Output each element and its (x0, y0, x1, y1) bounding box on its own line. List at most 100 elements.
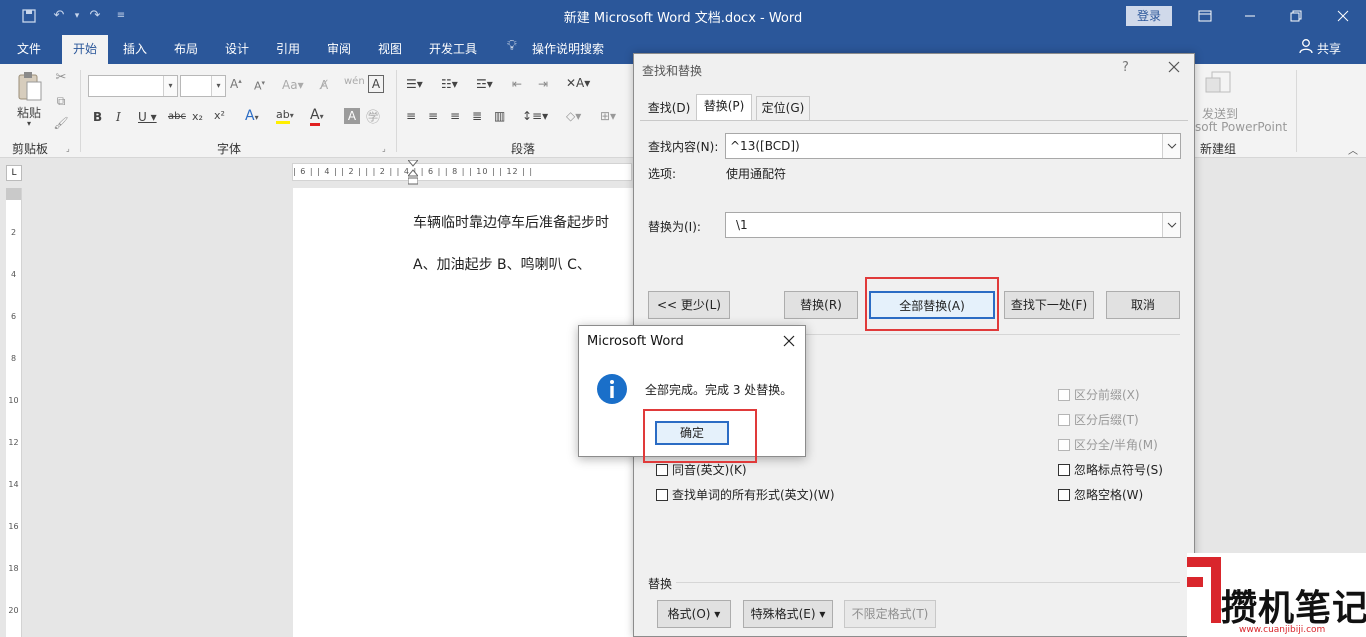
find-next-button[interactable]: 查找下一处(F) (1004, 291, 1094, 319)
borders-icon[interactable]: ⊞▾ (600, 109, 616, 123)
ribbon-display-icon[interactable] (1195, 6, 1215, 26)
format-button[interactable]: 格式(O) ▾ (657, 600, 731, 628)
paste-icon[interactable] (14, 70, 44, 104)
tab-design[interactable]: 设计 (225, 40, 249, 57)
send-to-powerpoint-icon[interactable] (1204, 70, 1234, 98)
align-left-icon[interactable]: ≡ (406, 109, 416, 123)
char-shading-icon[interactable]: A (344, 108, 360, 124)
indent-marker-icon[interactable] (408, 160, 418, 188)
subscript-icon[interactable]: x₂ (192, 110, 203, 123)
bold-icon[interactable]: B (93, 110, 102, 124)
replace-with-input[interactable]: \1 (725, 212, 1181, 238)
vruler-mark: 20 (8, 606, 19, 615)
find-what-value: ^13([BCD]) (730, 139, 800, 153)
close-icon[interactable] (1333, 6, 1353, 26)
align-right-icon[interactable]: ≡ (450, 109, 460, 123)
lightbulb-icon: 💡︎ (507, 38, 517, 54)
format-painter-icon[interactable]: 🖌︎ (53, 116, 69, 130)
line-spacing-icon[interactable]: ↕≡▾ (522, 109, 548, 123)
special-button[interactable]: 特殊格式(E) ▾ (743, 600, 833, 628)
find-what-label: 查找内容(N): (648, 140, 719, 154)
font-name-combo[interactable]: ▾ (88, 75, 178, 97)
less-button[interactable]: << 更少(L) (648, 291, 730, 319)
decrease-indent-icon[interactable]: ⇤ (512, 77, 522, 91)
restore-icon[interactable] (1286, 6, 1306, 26)
message-text: 全部完成。完成 3 处替换。 (645, 383, 793, 397)
tab-find[interactable]: 查找(D) (642, 96, 696, 120)
share-button[interactable]: 共享 (1317, 40, 1341, 57)
ignore-whitespace-checkbox[interactable]: 忽略空格(W) (1058, 488, 1143, 502)
italic-icon[interactable]: I (116, 110, 121, 124)
replace-button[interactable]: 替换(R) (784, 291, 858, 319)
tab-layout[interactable]: 布局 (174, 40, 198, 57)
tab-replace[interactable]: 替换(P) (696, 94, 752, 121)
tab-file[interactable]: 文件 (17, 40, 41, 57)
vruler-mark: 18 (8, 564, 19, 573)
vertical-ruler[interactable]: 2 4 6 8 10 12 14 16 18 20 (6, 188, 22, 637)
strikethrough-icon[interactable]: abc (168, 111, 186, 122)
send-to-label-2[interactable]: soft PowerPoint (1195, 120, 1287, 134)
font-size-combo[interactable]: ▾ (180, 75, 226, 97)
font-color-icon[interactable]: A▾ (310, 107, 324, 126)
dialog-close-icon[interactable] (1166, 59, 1182, 75)
tab-selector-icon[interactable]: L (6, 165, 22, 181)
all-word-forms-checkbox[interactable]: 查找单词的所有形式(英文)(W) (656, 488, 835, 502)
paste-dropdown-icon[interactable]: ▾ (22, 119, 36, 128)
cut-icon[interactable]: ✂ (53, 70, 69, 85)
message-close-icon[interactable] (781, 333, 797, 349)
vruler-mark: 14 (8, 480, 19, 489)
options-value: 使用通配符 (726, 167, 787, 181)
help-button[interactable]: ? (1122, 60, 1129, 75)
paragraph-group-label: 段落 (511, 142, 536, 156)
find-dropdown-icon[interactable] (1162, 134, 1180, 158)
highlight-icon[interactable]: ab▾ (276, 108, 294, 124)
find-what-input[interactable]: ^13([BCD]) (725, 133, 1181, 159)
grow-font-icon[interactable]: A▴ (230, 77, 242, 91)
tab-view[interactable]: 视图 (378, 40, 402, 57)
tab-goto[interactable]: 定位(G) (756, 96, 810, 120)
justify-icon[interactable]: ≣ (472, 109, 482, 123)
asian-layout-icon[interactable]: ✕A▾ (566, 76, 590, 90)
increase-indent-icon[interactable]: ⇥ (538, 77, 548, 91)
no-formatting-button[interactable]: 不限定格式(T) (844, 600, 936, 628)
bullets-icon[interactable]: ☰▾ (406, 77, 423, 91)
clear-format-icon[interactable]: A̸ (320, 78, 328, 92)
sounds-like-checkbox[interactable]: 同音(英文)(K) (656, 463, 747, 477)
ignore-punctuation-checkbox[interactable]: 忽略标点符号(S) (1058, 463, 1163, 477)
numbering-icon[interactable]: ☷▾ (441, 77, 458, 91)
shrink-font-icon[interactable]: A▾ (254, 79, 265, 93)
match-width-checkbox[interactable]: 区分全/半角(M) (1058, 438, 1158, 452)
enclose-char-icon[interactable]: ㊫ (366, 107, 380, 127)
login-button[interactable]: 登录 (1126, 6, 1172, 26)
tab-home[interactable]: 开始 (62, 35, 108, 64)
font-launcher-icon[interactable]: ⌟ (382, 144, 386, 153)
char-border-icon[interactable]: A (368, 75, 384, 93)
minimize-icon[interactable] (1240, 6, 1260, 26)
collapse-ribbon-icon[interactable]: ︿ (1348, 142, 1358, 157)
underline-icon[interactable]: U ▾ (138, 110, 157, 124)
shading-icon[interactable]: ◇▾ (566, 109, 581, 123)
text-effects-icon[interactable]: A▾ (245, 108, 259, 124)
cancel-button[interactable]: 取消 (1106, 291, 1180, 319)
document-line-1[interactable]: 车辆临时靠边停车后准备起步时 (413, 212, 609, 232)
match-prefix-checkbox[interactable]: 区分前缀(X) (1058, 388, 1140, 402)
message-box: Microsoft Word 全部完成。完成 3 处替换。 确定 (578, 325, 806, 463)
copy-icon[interactable]: ⧉ (53, 94, 69, 109)
tell-me-search[interactable]: 操作说明搜索 (532, 40, 604, 57)
tab-references[interactable]: 引用 (276, 40, 300, 57)
distributed-icon[interactable]: ▥ (494, 109, 505, 123)
font-group-label: 字体 (217, 142, 242, 156)
replace-dropdown-icon[interactable] (1162, 213, 1180, 237)
multilevel-list-icon[interactable]: ☲▾ (476, 77, 493, 91)
horizontal-ruler[interactable]: | 6 | | 4 | | 2 | | | 2 | | 4 | | 6 | | … (292, 163, 632, 181)
center-icon[interactable]: ≡ (428, 109, 438, 123)
clipboard-launcher-icon[interactable]: ⌟ (66, 144, 70, 153)
match-suffix-checkbox[interactable]: 区分后缀(T) (1058, 413, 1139, 427)
tab-insert[interactable]: 插入 (123, 40, 147, 57)
tab-developer[interactable]: 开发工具 (429, 40, 477, 57)
tab-review[interactable]: 审阅 (327, 40, 351, 57)
superscript-icon[interactable]: x² (214, 109, 225, 122)
change-case-icon[interactable]: Aa▾ (282, 78, 304, 92)
document-line-2[interactable]: A、加油起步 B、鸣喇叭 C、 (413, 254, 591, 274)
phonetic-guide-icon[interactable]: wén (344, 76, 365, 87)
